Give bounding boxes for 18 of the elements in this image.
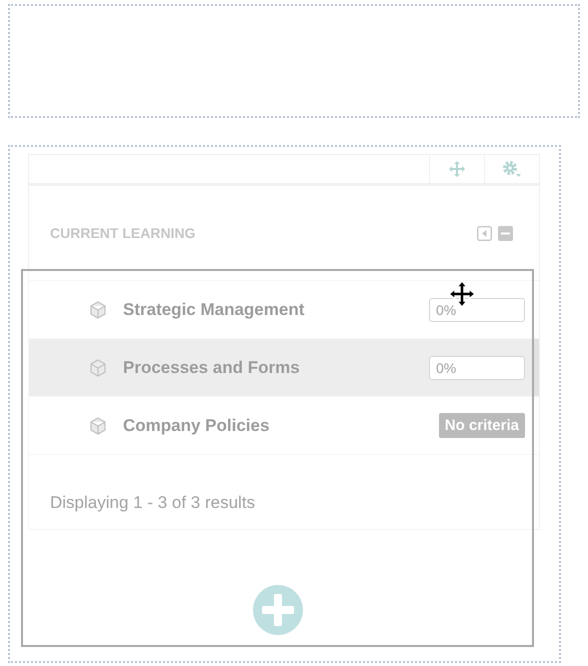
progress-field: 0%	[429, 356, 525, 380]
course-title: Company Policies	[123, 416, 270, 436]
course-title: Processes and Forms	[123, 358, 301, 378]
course-row[interactable]: Processes and Forms 0%	[29, 338, 539, 396]
collapse-icon[interactable]	[477, 226, 492, 240]
course-row[interactable]: Company Policies No criteria	[29, 396, 539, 454]
widget-title: CURRENT LEARNING	[50, 225, 196, 241]
cube-icon	[89, 416, 107, 434]
cube-icon	[89, 300, 107, 318]
add-button[interactable]	[252, 585, 302, 635]
course-title: Strategic Management	[123, 300, 306, 320]
cube-icon	[89, 358, 107, 376]
settings-icon	[501, 159, 523, 179]
move-icon	[448, 160, 466, 178]
progress-field: 0%	[429, 298, 525, 322]
minimize-icon[interactable]	[498, 226, 513, 240]
results-count: Displaying 1 - 3 of 3 results	[29, 454, 539, 529]
status-label: No criteria	[438, 413, 525, 438]
